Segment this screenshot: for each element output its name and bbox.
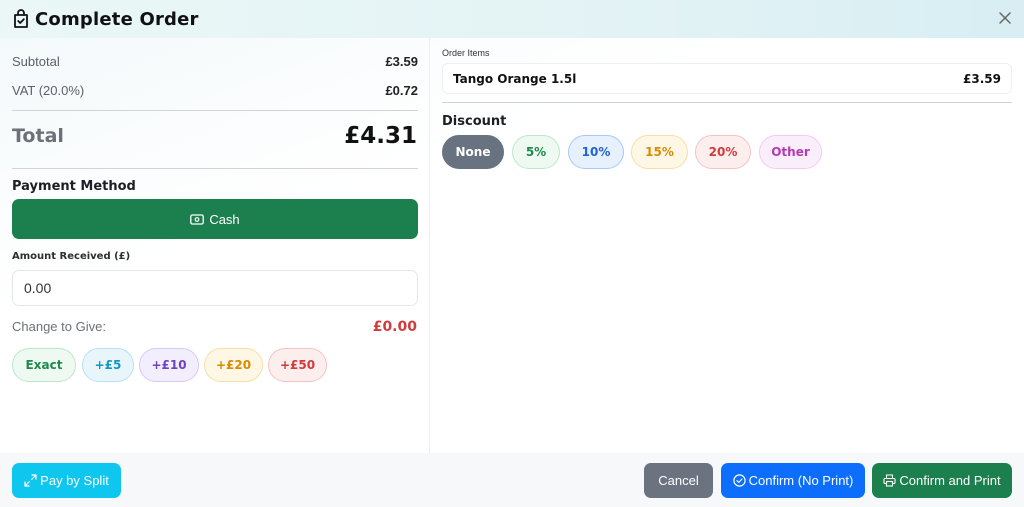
total-label: Total bbox=[12, 125, 64, 147]
payment-column: Subtotal £3.59 VAT (20.0%) £0.72 Total £… bbox=[0, 38, 430, 453]
subtotal-label: Subtotal bbox=[12, 54, 60, 69]
cancel-button[interactable]: Cancel bbox=[644, 463, 713, 498]
modal-header: Complete Order bbox=[0, 0, 1024, 38]
items-divider bbox=[442, 102, 1012, 103]
quick-plus-5-button[interactable]: +£5 bbox=[82, 348, 134, 382]
total-value: £4.31 bbox=[344, 123, 417, 149]
subtotal-row: Subtotal £3.59 bbox=[12, 54, 418, 69]
change-label: Change to Give: bbox=[12, 319, 106, 334]
vat-row: VAT (20.0%) £0.72 bbox=[12, 83, 418, 98]
discount-other-button[interactable]: Other bbox=[759, 135, 822, 169]
payment-method-title: Payment Method bbox=[12, 179, 136, 194]
order-column: Order Items Tango Orange 1.5l £3.59 Disc… bbox=[442, 38, 1012, 453]
cash-payment-button[interactable]: Cash bbox=[12, 199, 418, 239]
change-value: £0.00 bbox=[372, 319, 417, 335]
amount-received-input[interactable] bbox=[12, 270, 418, 306]
check-circle-icon bbox=[732, 474, 746, 487]
confirm-and-print-button[interactable]: Confirm and Print bbox=[872, 463, 1012, 498]
confirm-no-print-button[interactable]: Confirm (No Print) bbox=[721, 463, 865, 498]
quick-plus-20-button[interactable]: +£20 bbox=[204, 348, 263, 382]
discount-title: Discount bbox=[442, 114, 507, 129]
summary-divider bbox=[12, 110, 418, 111]
cash-icon bbox=[190, 213, 205, 225]
close-icon[interactable] bbox=[998, 11, 1012, 25]
discount-20-button[interactable]: 20% bbox=[695, 135, 751, 169]
subtotal-value: £3.59 bbox=[385, 54, 418, 69]
order-item-price: £3.59 bbox=[963, 71, 1001, 86]
amount-received-label: Amount Received (£) bbox=[12, 251, 131, 262]
cancel-label: Cancel bbox=[658, 473, 699, 488]
order-item-name: Tango Orange 1.5l bbox=[453, 71, 577, 86]
quick-plus-10-button[interactable]: +£10 bbox=[139, 348, 199, 382]
vat-label: VAT (20.0%) bbox=[12, 83, 85, 98]
expand-arrows-icon bbox=[24, 474, 37, 487]
order-items-label: Order Items bbox=[442, 48, 490, 58]
pay-by-split-button[interactable]: Pay by Split bbox=[12, 463, 121, 498]
confirm-no-print-label: Confirm (No Print) bbox=[748, 473, 854, 488]
vat-value: £0.72 bbox=[385, 83, 418, 98]
discount-10-button[interactable]: 10% bbox=[568, 135, 624, 169]
pay-by-split-label: Pay by Split bbox=[40, 473, 109, 488]
printer-icon bbox=[883, 474, 896, 487]
quick-exact-button[interactable]: Exact bbox=[12, 348, 76, 382]
discount-5-button[interactable]: 5% bbox=[512, 135, 560, 169]
quick-plus-50-button[interactable]: +£50 bbox=[268, 348, 327, 382]
modal-footer: Pay by Split Cancel Confirm (No Print) C… bbox=[0, 453, 1024, 507]
shopping-bag-check-icon bbox=[12, 9, 30, 29]
confirm-and-print-label: Confirm and Print bbox=[899, 473, 1001, 488]
cash-label: Cash bbox=[209, 211, 240, 227]
discount-none-button[interactable]: None bbox=[442, 135, 504, 169]
modal-title: Complete Order bbox=[35, 8, 199, 30]
total-divider bbox=[12, 168, 418, 169]
order-item-row: Tango Orange 1.5l £3.59 bbox=[442, 63, 1012, 94]
discount-15-button[interactable]: 15% bbox=[631, 135, 688, 169]
modal-body: Subtotal £3.59 VAT (20.0%) £0.72 Total £… bbox=[0, 38, 1024, 453]
